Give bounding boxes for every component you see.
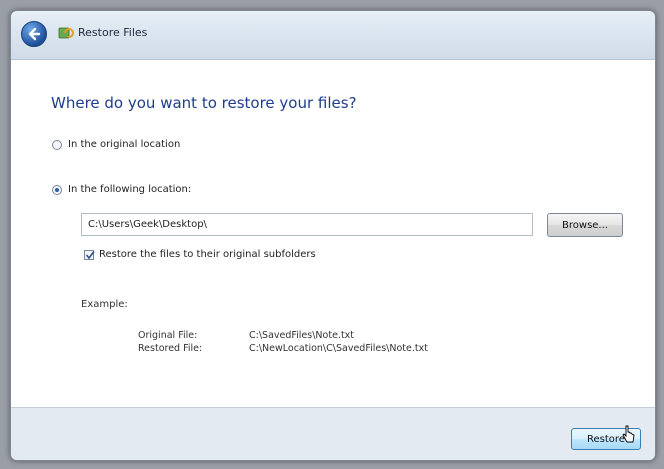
title-bar: Restore Files [11,11,655,60]
location-path-input[interactable] [81,213,533,236]
window-title: Restore Files [78,26,148,39]
example-label: Example: [81,299,128,310]
content-area: Where do you want to restore your files?… [11,60,655,407]
footer-bar: Restore [11,407,655,460]
radio-label: In the following location: [68,184,192,195]
back-button[interactable] [21,21,47,47]
page-heading: Where do you want to restore your files? [51,94,357,112]
radio-button-selected[interactable] [52,184,62,195]
original-file-key: Original File: [138,330,198,341]
browse-button[interactable]: Browse... [547,213,623,237]
hand-cursor-icon [622,425,635,443]
restored-file-key: Restored File: [138,343,203,354]
restore-subfolders-checkbox[interactable]: Restore the files to their original subf… [84,249,316,260]
restore-files-window: Restore Files Where do you want to resto… [10,10,656,461]
backup-restore-icon [58,27,74,39]
radio-label: In the original location [68,139,181,150]
back-arrow-icon [28,27,41,41]
checkbox[interactable] [84,249,95,260]
radio-button[interactable] [52,139,62,150]
radio-following-location[interactable]: In the following location: [52,184,191,195]
checkbox-label: Restore the files to their original subf… [99,249,316,260]
original-file-value: C:\SavedFiles\Note.txt [249,330,355,341]
restored-file-value: C:\NewLocation\C\SavedFiles\Note.txt [249,343,428,354]
checkmark-icon [85,250,95,259]
radio-original-location[interactable]: In the original location [52,139,180,150]
